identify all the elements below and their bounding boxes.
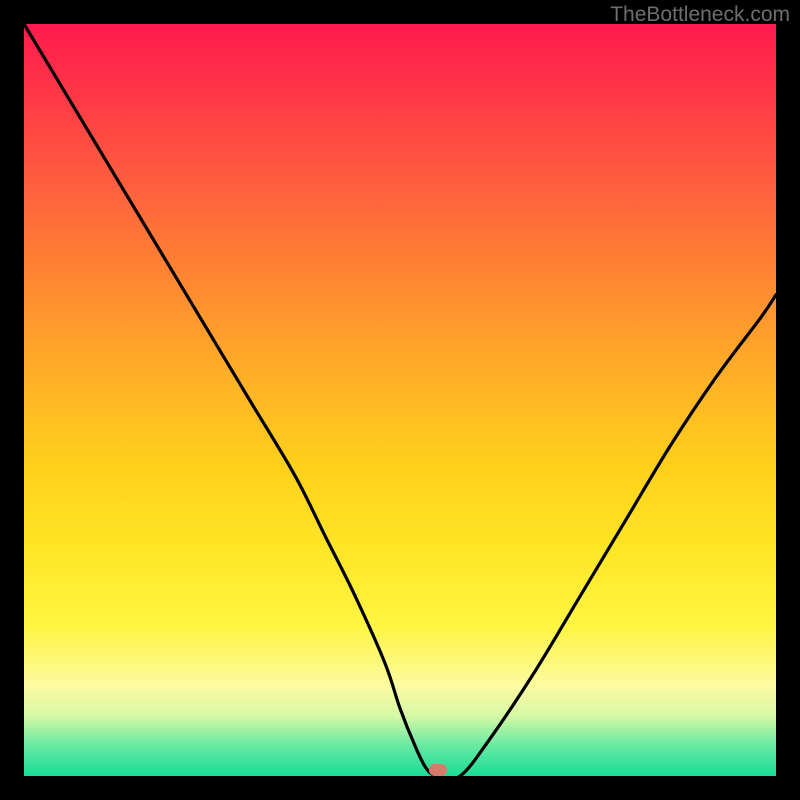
bottleneck-curve [24,24,776,776]
chart-plot-area [24,24,776,776]
watermark-text: TheBottleneck.com [610,3,790,27]
optimal-point-marker [429,764,447,776]
